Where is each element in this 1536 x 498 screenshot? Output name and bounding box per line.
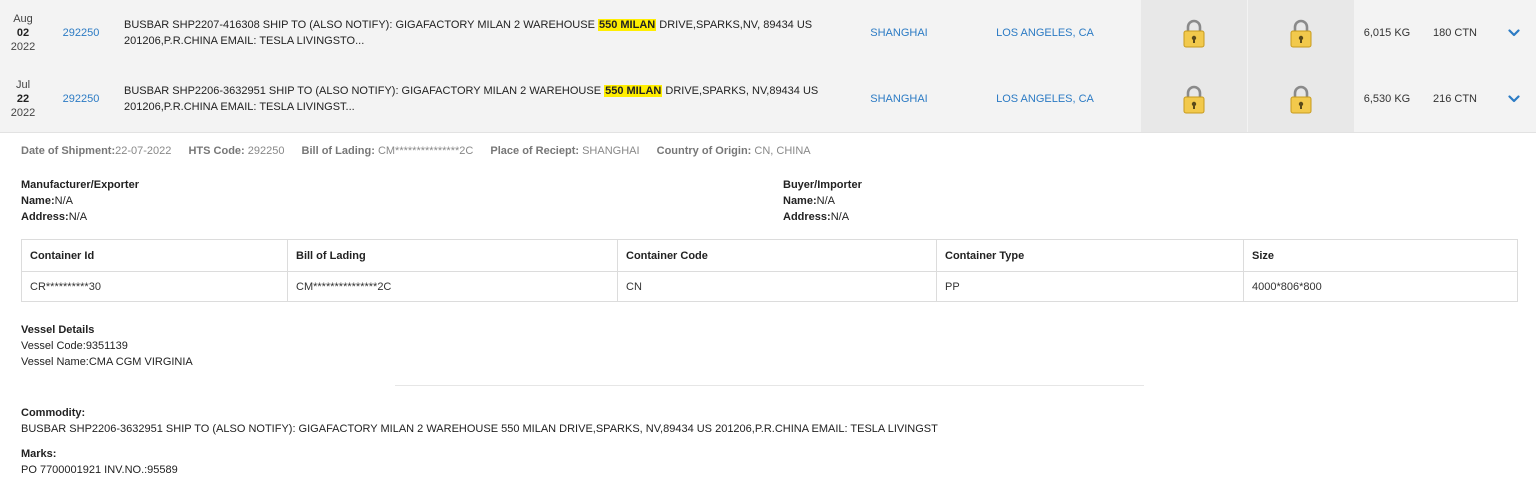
buyer-heading: Buyer/Importer <box>783 179 862 191</box>
hts-code-link[interactable]: 292250 <box>46 0 116 66</box>
commodity-text: BUSBAR SHP2206-3632951 SHIP TO (ALSO NOT… <box>21 423 938 435</box>
shipment-row[interactable]: Aug 02 2022 292250 BUSBAR SHP2207-416308… <box>0 0 1536 66</box>
shipment-row[interactable]: Jul 22 2022 292250 BUSBAR SHP2206-363295… <box>0 66 1536 132</box>
date-year: 2022 <box>10 41 36 53</box>
hts-code: 292250 <box>247 145 285 157</box>
buyer-section: Buyer/Importer Name:N/A Address:N/A <box>783 177 862 225</box>
commodity-heading: Commodity: <box>21 407 86 419</box>
date-day: 22 <box>16 93 30 105</box>
origin-port-link[interactable]: SHANGHAI <box>850 66 948 132</box>
meta-label: Bill of Lading: <box>301 145 375 157</box>
description-text: BUSBAR SHP2206-3632951 SHIP TO (ALSO NOT… <box>124 85 605 97</box>
vessel-name: Vessel Name:CMA CGM VIRGINIA <box>21 356 193 368</box>
chevron-down-icon <box>1508 95 1520 103</box>
manufacturer-heading: Manufacturer/Exporter <box>21 179 139 191</box>
hts-code-link[interactable]: 292250 <box>46 66 116 132</box>
product-description: BUSBAR SHP2206-3632951 SHIP TO (ALSO NOT… <box>124 66 844 132</box>
table-row: CR**********30 CM***************2C CN PP… <box>21 271 1518 302</box>
meta-label: Country of Origin: <box>656 145 752 157</box>
search-highlight: 550 MILAN <box>604 85 663 97</box>
field-label: Name: <box>21 195 55 207</box>
vessel-heading: Vessel Details <box>21 324 95 336</box>
product-description: BUSBAR SHP2207-416308 SHIP TO (ALSO NOTI… <box>124 0 844 66</box>
locked-consignee-cell[interactable] <box>1248 0 1354 66</box>
marks-section: Marks: PO 7700001921 INV.NO.:95589 <box>21 446 178 478</box>
table-header-row: Container Id Bill of Lading Container Co… <box>21 239 1518 272</box>
container-size: 4000*806*800 <box>1243 271 1518 302</box>
container-table: Container Id Bill of Lading Container Co… <box>21 239 1518 302</box>
field-label: Address: <box>21 211 69 223</box>
buyer-name: N/A <box>816 195 835 207</box>
commodity-section: Commodity: BUSBAR SHP2206-3632951 SHIP T… <box>21 405 938 437</box>
manufacturer-name: N/A <box>54 195 73 207</box>
container-bill-of-lading: CM***************2C <box>287 271 618 302</box>
meta-label: HTS Code: <box>188 145 245 157</box>
locked-shipper-cell[interactable] <box>1141 0 1247 66</box>
lock-icon <box>1290 85 1312 114</box>
column-header: Container Code <box>617 239 937 272</box>
column-header: Size <box>1243 239 1518 272</box>
shipment-quantity: 216 CTN <box>1432 93 1478 105</box>
shipment-date: Aug 02 2022 <box>0 0 46 66</box>
date-month: Aug <box>13 13 33 25</box>
locked-shipper-cell[interactable] <box>1141 66 1247 132</box>
date-day: 02 <box>16 27 30 39</box>
shipment-quantity: 180 CTN <box>1432 27 1478 39</box>
field-label: Address: <box>783 211 831 223</box>
origin-port-link[interactable]: SHANGHAI <box>850 0 948 66</box>
shipment-detail-panel: Date of Shipment:22-07-2022 HTS Code: 29… <box>0 132 1536 498</box>
locked-consignee-cell[interactable] <box>1248 66 1354 132</box>
lock-icon <box>1183 19 1205 48</box>
shipment-weight: 6,015 KG <box>1363 27 1411 39</box>
meta-label: Date of Shipment: <box>21 145 116 157</box>
marks-text: PO 7700001921 INV.NO.:95589 <box>21 464 178 476</box>
container-code: CN <box>617 271 937 302</box>
meta-label: Place of Reciept: <box>490 145 580 157</box>
column-header: Container Type <box>936 239 1244 272</box>
date-year: 2022 <box>10 107 36 119</box>
place-of-receipt: SHANGHAI <box>582 145 640 157</box>
container-type: PP <box>936 271 1244 302</box>
date-month: Jul <box>15 79 31 91</box>
expand-row-button[interactable] <box>1494 66 1534 132</box>
expand-row-button[interactable] <box>1494 0 1534 66</box>
description-text: BUSBAR SHP2207-416308 SHIP TO (ALSO NOTI… <box>124 19 598 31</box>
buyer-address: N/A <box>830 211 850 223</box>
column-header: Bill of Lading <box>287 239 618 272</box>
manufacturer-address: N/A <box>68 211 88 223</box>
shipment-date: Jul 22 2022 <box>0 66 46 132</box>
bill-of-lading: CM***************2C <box>377 145 474 157</box>
shipment-weight: 6,530 KG <box>1363 93 1411 105</box>
container-id: CR**********30 <box>21 271 288 302</box>
field-label: Name: <box>783 195 817 207</box>
column-header: Container Id <box>21 239 288 272</box>
search-highlight: 550 MILAN <box>597 19 657 31</box>
lock-icon <box>1183 85 1205 114</box>
destination-port-link[interactable]: LOS ANGELES, CA <box>950 66 1140 132</box>
vessel-code: Vessel Code:9351139 <box>21 340 128 352</box>
date-of-shipment: 22-07-2022 <box>115 145 172 157</box>
manufacturer-section: Manufacturer/Exporter Name:N/A Address:N… <box>21 177 139 225</box>
chevron-down-icon <box>1508 29 1520 37</box>
destination-port-link[interactable]: LOS ANGELES, CA <box>950 0 1140 66</box>
vessel-details: Vessel Details Vessel Code:9351139 Vesse… <box>21 322 193 370</box>
shipment-meta: Date of Shipment:22-07-2022 HTS Code: 29… <box>21 145 811 157</box>
section-divider <box>395 385 1144 386</box>
marks-heading: Marks: <box>21 448 57 460</box>
country-of-origin: CN, CHINA <box>754 145 811 157</box>
lock-icon <box>1290 19 1312 48</box>
